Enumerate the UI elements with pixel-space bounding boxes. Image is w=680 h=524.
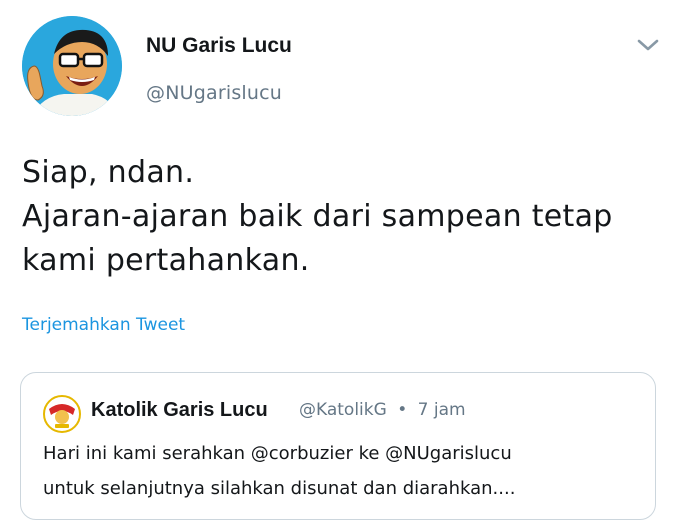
quoted-author-handle[interactable]: @KatolikG bbox=[299, 400, 387, 420]
author-avatar[interactable] bbox=[22, 16, 122, 116]
quoted-tweet-time[interactable]: 7 jam bbox=[418, 400, 466, 420]
quoted-author-name[interactable]: Katolik Garis Lucu bbox=[91, 399, 268, 422]
katolik-logo-icon bbox=[43, 395, 81, 433]
tweet-menu-button[interactable] bbox=[636, 36, 660, 54]
translate-tweet-link[interactable]: Terjemahkan Tweet bbox=[22, 315, 185, 335]
quoted-tweet-card[interactable]: Katolik Garis Lucu @KatolikG • 7 jam Har… bbox=[20, 372, 656, 520]
tweet-text: Siap, ndan. Ajaran-ajaran baik dari samp… bbox=[22, 151, 672, 283]
caricature-avatar-icon bbox=[22, 16, 122, 116]
author-handle[interactable]: @NUgarislucu bbox=[146, 82, 282, 104]
meta-separator: • bbox=[397, 400, 408, 420]
quoted-text-line: Hari ini kami serahkan @corbuzier ke @NU… bbox=[43, 443, 512, 464]
quoted-tweet-meta: @KatolikG • 7 jam bbox=[299, 400, 466, 420]
quoted-text-line: untuk selanjutnya silahkan disunat dan d… bbox=[43, 478, 516, 499]
quoted-author-avatar[interactable] bbox=[43, 395, 81, 433]
quoted-tweet-text: Hari ini kami serahkan @corbuzier ke @NU… bbox=[43, 436, 643, 506]
tweet-text-line: Ajaran-ajaran baik dari sampean tetap bbox=[22, 199, 613, 234]
tweet-text-line: Siap, ndan. bbox=[22, 155, 195, 190]
author-display-name[interactable]: NU Garis Lucu bbox=[146, 34, 292, 58]
chevron-down-icon bbox=[637, 39, 659, 51]
tweet-text-line: kami pertahankan. bbox=[22, 243, 310, 278]
